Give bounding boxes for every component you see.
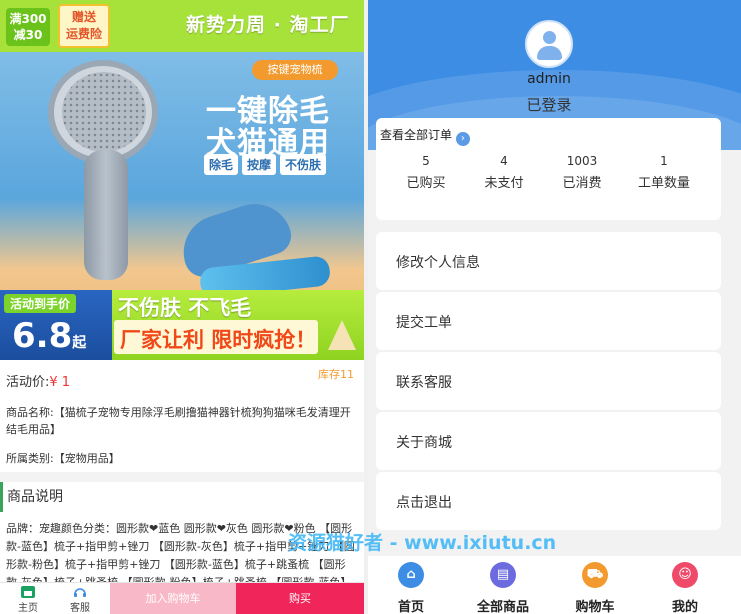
- stat-value: 5: [422, 154, 430, 168]
- promo-line1: 不伤肤 不飞毛: [118, 296, 252, 320]
- stat-purchased[interactable]: 5 已购买: [386, 154, 466, 191]
- login-status: 已登录: [526, 96, 572, 114]
- add-to-cart-button[interactable]: 加入购物车: [110, 583, 236, 614]
- tab-label: 全部商品: [476, 600, 529, 614]
- brush-handle: [84, 150, 128, 280]
- promo-slogan-box: 不伤肤 不飞毛 厂家让利 限时疯抢！: [112, 290, 364, 360]
- tab-cart[interactable]: ⛟ 购物车: [560, 562, 630, 614]
- promo-price-box: 活动到手价 6.8起: [0, 290, 112, 360]
- goods-icon: ▤: [490, 562, 516, 588]
- orders-card: 查看全部订单 › 5 已购买 4 未支付 1003 已消费 1 工单数量: [376, 118, 721, 220]
- feature-pill: 按键宠物梳: [252, 60, 338, 80]
- brush-bristles: [62, 72, 146, 152]
- product-detail-panel: 满300 减30 赠送 运费险 新势力周 · 淘工厂 按键宠物梳 一键除毛 犬猫…: [0, 0, 364, 614]
- price-label: 活动价:: [6, 375, 50, 390]
- stat-unpaid[interactable]: 4 未支付: [464, 154, 544, 191]
- bottom-tab-bar: ⌂ 首页 ▤ 全部商品 ⛟ 购物车 ☺ 我的: [368, 556, 741, 614]
- promo-price-suffix: 起: [72, 335, 87, 351]
- user-center-panel: admin 已登录 查看全部订单 › 5 已购买 4 未支付 1003 已消费 …: [368, 0, 741, 614]
- service-nav-label: 客服: [70, 603, 90, 614]
- stat-spent[interactable]: 1003 已消费: [542, 154, 622, 191]
- stat-label: 工单数量: [637, 176, 690, 191]
- stat-label: 已购买: [406, 176, 446, 191]
- stat-value: 1: [660, 154, 668, 168]
- promo-tag: 活动到手价: [4, 294, 77, 313]
- stat-value: 1003: [566, 154, 598, 168]
- insurance-badge: 赠送 运费险: [58, 4, 110, 48]
- tab-label: 我的: [671, 600, 698, 614]
- buy-button[interactable]: 购买: [236, 583, 364, 614]
- price-value: ¥ 1: [49, 375, 71, 390]
- arrow-circle-icon: ›: [455, 132, 470, 146]
- avatar[interactable]: [525, 20, 573, 68]
- feature-tag: 除毛: [204, 154, 239, 175]
- feature-tag: 不伤肤: [280, 154, 327, 175]
- product-category: 所属类别:【宠物用品】: [6, 452, 120, 465]
- tab-label: 首页: [397, 600, 424, 614]
- promo-price-value: 6.8: [12, 316, 73, 356]
- home-icon: ⌂: [398, 562, 424, 588]
- menu-label: 点击退出: [396, 495, 452, 511]
- stat-tickets[interactable]: 1 工单数量: [624, 154, 704, 191]
- promo-line2: 厂家让利 限时疯抢！: [120, 328, 317, 352]
- insurance-badge-line1: 赠送: [71, 10, 96, 24]
- promo-strip: 活动到手价 6.8起 不伤肤 不飞毛 厂家让利 限时疯抢！: [0, 290, 364, 360]
- discount-badge: 满300 减30: [6, 8, 50, 46]
- description-title: 商品说明: [0, 482, 364, 512]
- home-nav-button[interactable]: 主页: [0, 583, 56, 614]
- menu-edit-profile[interactable]: 修改个人信息: [376, 232, 721, 290]
- tab-home[interactable]: ⌂ 首页: [376, 562, 446, 614]
- tab-mine[interactable]: ☺ 我的: [650, 562, 720, 614]
- tab-all-goods[interactable]: ▤ 全部商品: [468, 562, 538, 614]
- promo-price: 6.8起: [12, 316, 86, 356]
- tab-label: 购物车: [575, 600, 615, 614]
- stock-count: 库存11: [318, 368, 354, 381]
- menu-contact-service[interactable]: 联系客服: [376, 352, 721, 410]
- menu-submit-ticket[interactable]: 提交工单: [376, 292, 721, 350]
- insurance-badge-line2: 运费险: [65, 27, 102, 41]
- discount-badge-line1: 满300: [9, 12, 47, 26]
- view-all-orders-link[interactable]: 查看全部订单 ›: [380, 126, 470, 146]
- menu-about-mall[interactable]: 关于商城: [376, 412, 721, 470]
- section-divider: [0, 472, 364, 482]
- stat-value: 4: [500, 154, 508, 168]
- menu-label: 联系客服: [396, 375, 452, 391]
- watermark-text: 资源猫好者 - www.ixiutu.cn: [288, 532, 557, 554]
- cart-icon: ⛟: [582, 562, 608, 588]
- avatar-body-shape: [537, 46, 562, 60]
- view-all-orders-label: 查看全部订单: [380, 128, 453, 142]
- home-icon: [21, 586, 35, 598]
- brand-text: 新势力周 · 淘工厂: [186, 14, 350, 36]
- price-row: 活动价:¥ 1: [6, 371, 70, 390]
- stat-label: 未支付: [484, 176, 524, 191]
- discount-badge-line2: 减30: [13, 28, 43, 42]
- home-nav-label: 主页: [18, 603, 38, 614]
- product-name: 商品名称:【猫梳子宠物专用除浮毛刷撸猫神器针梳狗狗猫咪毛发清理开结毛用品】: [6, 406, 351, 436]
- product-banner: 满300 减30 赠送 运费险 新势力周 · 淘工厂 按键宠物梳 一键除毛 犬猫…: [0, 0, 364, 360]
- menu-label: 提交工单: [396, 315, 452, 331]
- menu-label: 关于商城: [396, 435, 452, 451]
- user-group-icon: ☺: [672, 562, 698, 588]
- menu-label: 修改个人信息: [396, 255, 480, 271]
- menu-logout[interactable]: 点击退出: [376, 472, 721, 530]
- avatar-head-shape: [543, 31, 556, 44]
- service-nav-button[interactable]: 客服: [52, 583, 108, 614]
- stat-label: 已消费: [562, 176, 602, 191]
- username: admin: [527, 71, 571, 87]
- headset-icon: [74, 588, 86, 597]
- feature-tag: 按摩: [242, 154, 277, 175]
- promo-decoration: [328, 320, 356, 350]
- product-action-bar: 主页 客服 加入购物车 购买: [0, 582, 364, 614]
- feature-tags: 除毛 按摩 不伤肤: [204, 154, 327, 175]
